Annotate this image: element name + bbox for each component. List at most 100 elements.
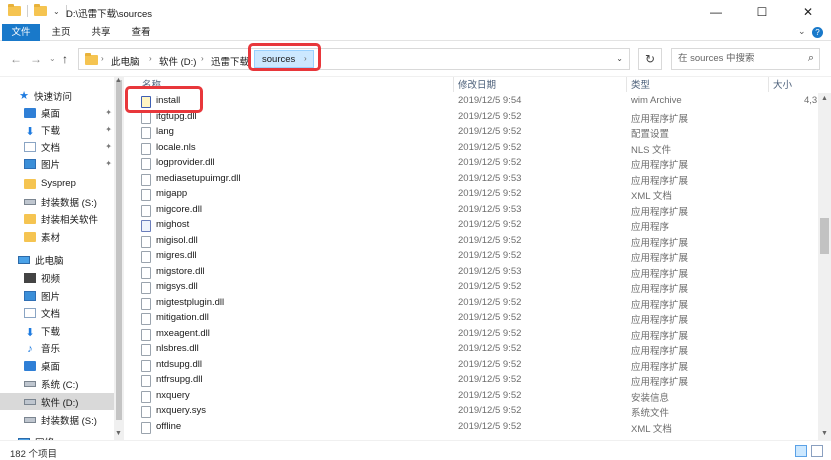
sidebar-item-sysprep[interactable]: Sysprep [0, 175, 124, 192]
breadcrumb-this-pc[interactable]: 此电脑 [111, 54, 140, 68]
sidebar-item-pictures-pc[interactable]: 图片 [0, 287, 124, 304]
close-button[interactable]: ✕ [785, 0, 831, 24]
scroll-up-icon[interactable]: ▲ [115, 77, 122, 84]
ribbon-expand-icon[interactable]: ⌄ [798, 26, 806, 37]
file-row[interactable]: nlsbres.dll 2019/12/5 9:52 应用程序扩展 [126, 342, 831, 358]
file-type: 应用程序扩展 [631, 206, 689, 218]
scroll-up-icon[interactable]: ▲ [821, 95, 828, 102]
minimize-button[interactable]: — [693, 0, 739, 24]
sidebar-item-downloads-pc[interactable]: ⬇ 下载 [0, 322, 124, 339]
sidebar-item-quick-access[interactable]: ★ 快速访问 [0, 87, 124, 104]
forward-button[interactable]: → [30, 52, 42, 66]
scroll-down-icon[interactable]: ▼ [821, 430, 828, 437]
sidebar-item-documents-pc[interactable]: 文档 [0, 304, 124, 321]
file-row[interactable]: mitigation.dll 2019/12/5 9:52 应用程序扩展 [126, 311, 831, 327]
address-bar[interactable]: › 此电脑 › 软件 (D:) › 迅雷下载 › sources › ⌄ [78, 48, 630, 70]
sidebar-item-music[interactable]: ♪ 音乐 [0, 339, 124, 356]
sidebar-item-desktop[interactable]: 桌面 ✦ [0, 104, 124, 121]
sidebar-item-desktop-pc[interactable]: 桌面 [0, 357, 124, 374]
file-row[interactable]: migapp 2019/12/5 9:52 XML 文档 [126, 187, 831, 203]
breadcrumb-drive-d[interactable]: 软件 (D:) [159, 54, 196, 68]
dll-file-icon [141, 235, 151, 248]
column-header-name[interactable]: 名称 [142, 77, 161, 92]
file-row[interactable]: mxeagent.dll 2019/12/5 9:52 应用程序扩展 [126, 327, 831, 343]
chevron-right-icon[interactable]: › [101, 54, 104, 63]
file-row[interactable]: install 2019/12/5 9:54 wim Archive 4,3 [126, 94, 831, 110]
file-type: 应用程序扩展 [631, 268, 689, 280]
file-type: 系统文件 [631, 408, 670, 419]
scroll-down-icon[interactable]: ▼ [115, 430, 122, 437]
file-row[interactable]: mighost 2019/12/5 9:52 应用程序 [126, 218, 831, 234]
column-divider[interactable] [626, 77, 627, 92]
file-date: 2019/12/5 9:52 [458, 296, 522, 308]
file-row[interactable]: offline 2019/12/5 9:52 XML 文档 [126, 420, 831, 436]
column-header-type[interactable]: 类型 [631, 77, 650, 92]
breadcrumb-xunlei[interactable]: 迅雷下载 [211, 54, 249, 68]
file-row[interactable]: migres.dll 2019/12/5 9:52 应用程序扩展 [126, 249, 831, 265]
file-type: 应用程序扩展 [631, 299, 689, 311]
sidebar-item-drive-s-pc[interactable]: 封装数据 (S:) [0, 411, 124, 428]
file-row[interactable]: ntfrsupg.dll 2019/12/5 9:52 应用程序扩展 [126, 373, 831, 389]
file-row[interactable]: itgtupg.dll 2019/12/5 9:52 应用程序扩展 [126, 110, 831, 126]
up-button[interactable]: ↑ [62, 52, 68, 66]
file-row[interactable]: ntdsupg.dll 2019/12/5 9:52 应用程序扩展 [126, 358, 831, 374]
sidebar-item-materials[interactable]: 素材 [0, 228, 124, 245]
column-header-size[interactable]: 大小 [773, 77, 792, 92]
address-dropdown-icon[interactable]: ⌄ [616, 54, 623, 63]
sidebar-item-packaging-software[interactable]: 封装相关软件 [0, 210, 124, 227]
sidebar-item-label: 素材 [41, 232, 61, 244]
recent-locations-button[interactable]: ⌄ [49, 54, 56, 63]
file-row[interactable]: migisol.dll 2019/12/5 9:52 应用程序扩展 [126, 234, 831, 250]
chevron-right-icon[interactable]: › [304, 54, 307, 63]
file-row[interactable]: lang 2019/12/5 9:52 配置设置 [126, 125, 831, 141]
sidebar-item-drive-s[interactable]: 封装数据 (S:) [0, 193, 124, 210]
sidebar-item-drive-c[interactable]: 系统 (C:) [0, 375, 124, 392]
file-row[interactable]: migstore.dll 2019/12/5 9:53 应用程序扩展 [126, 265, 831, 281]
maximize-button[interactable]: ☐ [739, 0, 785, 24]
sidebar-item-network[interactable]: 网络 [0, 433, 124, 440]
file-date: 2019/12/5 9:52 [458, 281, 522, 292]
sidebar-item-label: 视频 [41, 273, 61, 285]
sidebar-item-label: 文档 [41, 142, 61, 154]
customize-toolbar-icon[interactable]: ⌄ [53, 7, 60, 16]
sidebar-item-label: 下载 [41, 326, 61, 338]
large-icons-view-button[interactable] [811, 445, 823, 457]
file-row[interactable]: locale.nls 2019/12/5 9:52 NLS 文件 [126, 141, 831, 157]
tab-share[interactable]: 共享 [84, 24, 118, 41]
chevron-right-icon[interactable]: › [149, 54, 152, 63]
column-divider[interactable] [453, 77, 454, 92]
details-view-button[interactable] [795, 445, 807, 457]
chevron-right-icon[interactable]: › [247, 54, 250, 63]
search-box[interactable]: ⌕ [671, 48, 820, 70]
file-row[interactable]: nxquery.sys 2019/12/5 9:52 系统文件 [126, 404, 831, 420]
refresh-button[interactable]: ↻ [638, 48, 662, 70]
help-icon[interactable]: ? [812, 27, 823, 38]
sidebar-item-videos[interactable]: 视频 [0, 269, 124, 286]
back-button[interactable]: ← [10, 52, 22, 66]
sidebar-scrollbar-thumb[interactable] [116, 80, 122, 420]
file-row[interactable]: nxquery 2019/12/5 9:52 安装信息 [126, 389, 831, 405]
search-icon[interactable]: ⌕ [808, 52, 814, 65]
sidebar-item-downloads[interactable]: ⬇ 下载 ✦ [0, 121, 124, 138]
chevron-right-icon[interactable]: › [201, 54, 204, 63]
column-divider[interactable] [768, 77, 769, 92]
file-row[interactable]: logprovider.dll 2019/12/5 9:52 应用程序扩展 [126, 156, 831, 172]
sidebar-item-documents[interactable]: 文档 ✦ [0, 138, 124, 155]
tab-file[interactable]: 文件 [2, 24, 40, 41]
tab-home[interactable]: 主页 [44, 24, 78, 41]
file-row[interactable]: migcore.dll 2019/12/5 9:53 应用程序扩展 [126, 203, 831, 219]
file-list-scrollbar[interactable] [818, 93, 831, 440]
tab-view[interactable]: 查看 [124, 24, 158, 41]
sidebar-item-drive-d[interactable]: 软件 (D:) [0, 393, 124, 410]
breadcrumb-sources[interactable]: sources [262, 54, 295, 65]
column-header-date[interactable]: 修改日期 [458, 77, 496, 92]
search-input[interactable] [678, 53, 798, 64]
new-folder-icon[interactable] [34, 4, 47, 16]
sidebar-item-pictures[interactable]: 图片 ✦ [0, 155, 124, 172]
sidebar-item-this-pc[interactable]: 此电脑 [0, 251, 124, 268]
file-row[interactable]: migsys.dll 2019/12/5 9:52 应用程序扩展 [126, 280, 831, 296]
ini-file-icon [141, 127, 151, 139]
file-list-scrollbar-thumb[interactable] [820, 218, 829, 254]
file-row[interactable]: mediasetupuimgr.dll 2019/12/5 9:53 应用程序扩展 [126, 172, 831, 188]
file-row[interactable]: migtestplugin.dll 2019/12/5 9:52 应用程序扩展 [126, 296, 831, 312]
